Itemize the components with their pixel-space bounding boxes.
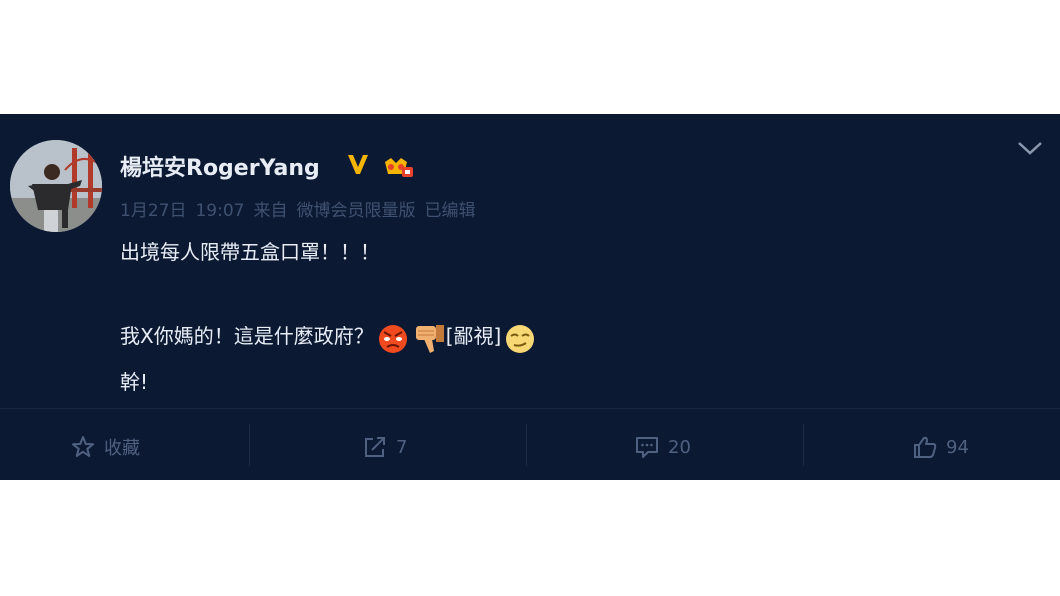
thumb-up-icon: [914, 436, 937, 458]
favorite-button[interactable]: 收藏: [70, 430, 140, 464]
post-source[interactable]: 微博会员限量版: [296, 201, 415, 221]
actions-divider: [0, 408, 1060, 409]
angry-emoji: [378, 324, 407, 353]
avatar-image: [10, 140, 102, 232]
action-separator: [249, 424, 250, 466]
post-meta: 1月27日 19:07 来自 微博会员限量版 已编辑: [120, 196, 484, 221]
vip-crown-icon[interactable]: [382, 154, 414, 178]
like-button[interactable]: 94: [912, 430, 969, 464]
chevron-down-icon[interactable]: [1016, 138, 1044, 158]
comment-count: 20: [668, 436, 691, 458]
post-text-line-1: 出境每人限帶五盒口罩！！！: [120, 240, 380, 264]
post-text-line-2: 我X你媽的！這是什麼政府？ [鄙視]: [120, 320, 537, 355]
star-icon: [72, 436, 94, 457]
comment-button[interactable]: 20: [634, 430, 691, 464]
repost-button[interactable]: 7: [362, 430, 407, 464]
v-verified-icon: [348, 155, 368, 174]
favorite-label: 收藏: [104, 438, 140, 459]
post-time[interactable]: 19:07: [195, 201, 244, 221]
like-count: 94: [946, 436, 969, 458]
emoji-text-tag: [鄙視]: [445, 324, 502, 348]
repost-count: 7: [396, 436, 408, 458]
thumb-down-emoji: [415, 324, 444, 353]
action-separator: [526, 424, 527, 466]
post-date[interactable]: 1月27日: [120, 201, 186, 221]
source-prefix: 来自: [253, 201, 288, 221]
username[interactable]: 楊培安RogerYang: [120, 150, 320, 182]
share-icon: [365, 437, 385, 457]
post-text-line-2-text: 我X你媽的！這是什麼政府？: [120, 324, 374, 348]
weibo-post-card: 楊培安RogerYang 1月27日 19:07 来自 微博会员限量版 已编辑 出境每人…: [0, 114, 1060, 480]
avatar[interactable]: [10, 140, 102, 232]
action-separator: [803, 424, 804, 466]
comment-icon: [636, 437, 658, 458]
post-text-line-3: 幹!: [120, 370, 149, 394]
edited-label[interactable]: 已编辑: [424, 201, 475, 221]
smirk-emoji: [506, 324, 535, 353]
